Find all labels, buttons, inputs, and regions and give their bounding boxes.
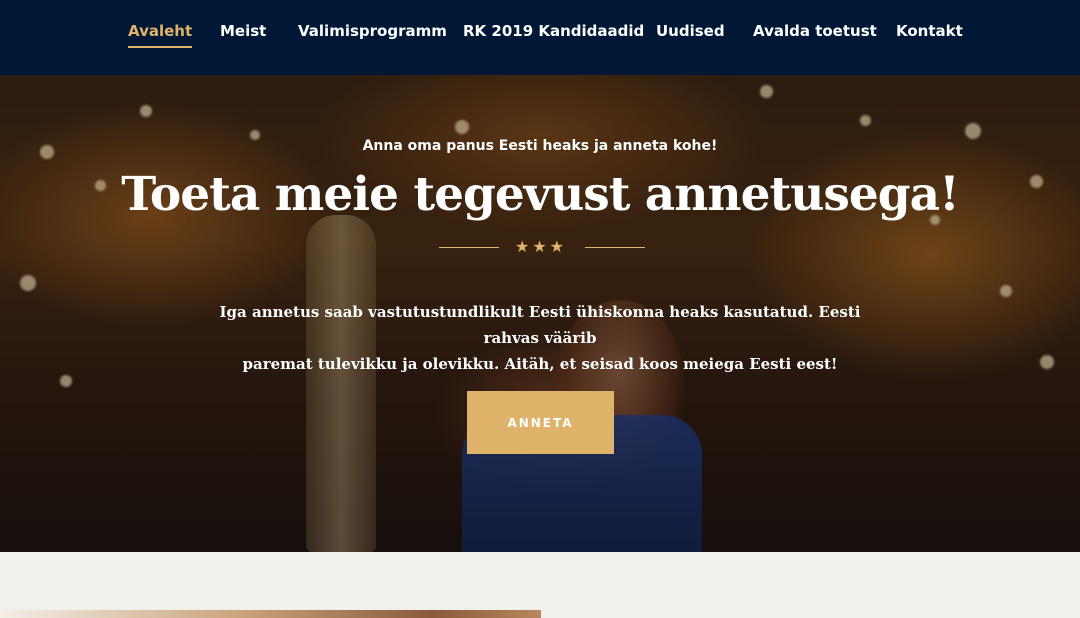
top-navigation: Avaleht Meist Valimisprogramm RK 2019 Ka… bbox=[0, 0, 1080, 75]
hero-subtitle: Anna oma panus Eesti heaks ja anneta koh… bbox=[362, 138, 718, 154]
section-image bbox=[0, 610, 541, 618]
nav-item-valimisprogramm[interactable]: Valimisprogramm bbox=[298, 22, 447, 48]
hero-headline: Toeta meie tegevust annetusega! bbox=[121, 167, 959, 222]
hero-body-text: Iga annetus saab vastutustundlikult Eest… bbox=[190, 299, 890, 377]
nav-item-kandidaadid[interactable]: RK 2019 Kandidaadid bbox=[463, 22, 644, 48]
nav-item-avalda-toetust[interactable]: Avalda toetust bbox=[753, 22, 877, 48]
stars-icon: ★★★ bbox=[514, 237, 568, 256]
hero-body-line-1: Iga annetus saab vastutustundlikult Eest… bbox=[219, 303, 861, 347]
nav-item-kontakt[interactable]: Kontakt bbox=[896, 22, 963, 48]
nav-item-avaleht[interactable]: Avaleht bbox=[128, 22, 193, 48]
hero-section: Anna oma panus Eesti heaks ja anneta koh… bbox=[0, 75, 1080, 552]
divider-line-left bbox=[439, 247, 499, 248]
hero-content: Anna oma panus Eesti heaks ja anneta koh… bbox=[0, 75, 1080, 552]
nav-item-uudised[interactable]: Uudised bbox=[656, 22, 725, 48]
divider-line-right bbox=[585, 247, 645, 248]
donate-button[interactable]: ANNETA bbox=[467, 391, 614, 454]
hero-body-line-2: paremat tulevikku ja olevikku. Aitäh, et… bbox=[242, 355, 838, 373]
nav-item-meist[interactable]: Meist bbox=[220, 22, 266, 48]
